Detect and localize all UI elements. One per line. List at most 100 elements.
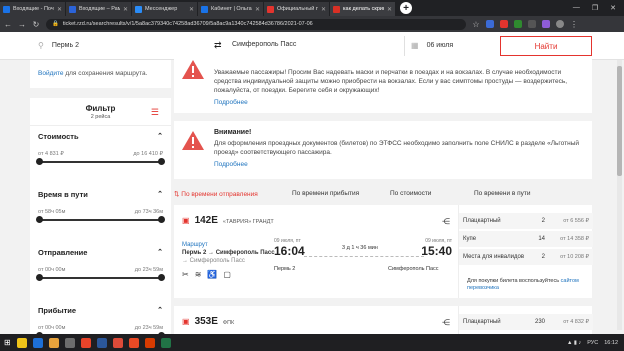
class-row[interactable]: Места для инвалидов 2 от 10 208 ₽: [459, 249, 593, 265]
class-row[interactable]: Плацкартный 2 от 6 556 ₽: [459, 213, 593, 229]
windows-start-icon[interactable]: ⊞: [4, 338, 11, 347]
menu-icon[interactable]: ⋮: [570, 20, 578, 29]
seat-count: 2: [541, 254, 545, 260]
slider-handle-min[interactable]: [36, 274, 43, 281]
close-icon[interactable]: ✕: [255, 6, 260, 13]
share-icon[interactable]: ⋲: [442, 217, 450, 226]
forward-icon[interactable]: →: [18, 20, 26, 29]
close-icon[interactable]: ✕: [57, 6, 62, 13]
folder-icon[interactable]: [48, 337, 59, 348]
sort-by-price[interactable]: По стоимости: [390, 190, 431, 197]
train-name: «ТАВРИЯ» ГРАНДТ: [222, 219, 274, 225]
from-value: Пермь 2: [51, 42, 79, 49]
scrollbar-thumb[interactable]: [617, 66, 622, 176]
notice-title: Внимание!: [214, 129, 252, 136]
class-price: от 14 358 ₽: [560, 236, 589, 242]
chevron-up-icon[interactable]: ⌃: [157, 248, 163, 257]
filter-section-departure: Отправление ⌃ от 00ч 00м до 23ч 59м: [36, 248, 165, 281]
chevron-up-icon[interactable]: ⌃: [157, 132, 163, 141]
more-link[interactable]: Подробнее: [214, 160, 584, 169]
new-tab-button[interactable]: +: [400, 2, 412, 14]
arrival-time: 15:40: [421, 244, 452, 258]
word-icon[interactable]: [96, 337, 107, 348]
class-row[interactable]: Плацкартный 230 от 4 832 ₽: [459, 314, 593, 330]
tray-icons[interactable]: ▲ ▮ ♪: [567, 340, 581, 346]
url-field[interactable]: 🔒 ticket.rzd.ru/searchresults/v/1/5a8ac37…: [46, 18, 466, 30]
sort-by-departure[interactable]: ⇅ По времени отправления: [174, 190, 258, 198]
luggage-icon: ▢: [223, 270, 231, 279]
extension-icon[interactable]: [500, 20, 508, 28]
close-icon[interactable]: ✕: [387, 6, 392, 13]
extension-icon[interactable]: [542, 20, 550, 28]
language-indicator[interactable]: РУС: [587, 340, 598, 346]
page-scrollbar[interactable]: [617, 60, 622, 330]
tab-title: Кабинет | Ольга Капан: [211, 6, 252, 12]
more-link[interactable]: Подробнее: [214, 98, 584, 107]
extension-icon[interactable]: [528, 20, 536, 28]
search-button[interactable]: Найти: [500, 36, 592, 56]
close-window-icon[interactable]: ✕: [610, 4, 616, 12]
chevron-up-icon[interactable]: ⌃: [157, 190, 163, 199]
sort-by-arrival[interactable]: По времени прибытия: [292, 190, 359, 197]
duration-slider[interactable]: [36, 216, 165, 223]
url-text: ticket.rzd.ru/searchresults/v/1/5a8ac379…: [62, 21, 313, 27]
app-icon[interactable]: [64, 337, 75, 348]
filter-settings-icon[interactable]: ☰: [151, 107, 159, 118]
slider-handle-min[interactable]: [36, 158, 43, 165]
chevron-up-icon[interactable]: ⌃: [157, 306, 163, 315]
filter-panel: Фильтр 2 рейса ☰ Стоимость ⌃ от 4 831 ₽ до…: [30, 98, 171, 351]
departure-slider[interactable]: [36, 274, 165, 281]
browser-tab-active[interactable]: как делать скрин с экр✕: [330, 2, 396, 16]
browser-tab[interactable]: Кабинет | Ольга Капан✕: [198, 2, 264, 16]
explorer-icon[interactable]: [16, 337, 27, 348]
to-field[interactable]: Симферополь Пасс: [232, 41, 296, 48]
cabinet-icon: [201, 5, 208, 13]
wifi-icon: ≋: [194, 270, 202, 279]
browser-tab[interactable]: Мессенджер ✕: [132, 2, 198, 16]
app-icon[interactable]: [80, 337, 91, 348]
browser-tab[interactable]: Входящие – Рамблер✕: [66, 2, 132, 16]
browser-tab[interactable]: Официальный портал✕: [264, 2, 330, 16]
search-icon: [333, 5, 340, 13]
login-link[interactable]: Войдите: [38, 70, 64, 77]
avatar[interactable]: [556, 20, 564, 28]
reload-icon[interactable]: ↻: [32, 20, 40, 29]
extension-icon[interactable]: [486, 20, 494, 28]
from-field[interactable]: ⚲ Пермь 2: [38, 41, 79, 50]
close-icon[interactable]: ✕: [189, 6, 194, 13]
star-icon[interactable]: ☆: [472, 20, 480, 29]
chrome-icon[interactable]: [112, 337, 123, 348]
route-link[interactable]: Маршрут: [182, 241, 275, 249]
clock[interactable]: 16:12: [604, 340, 618, 346]
maximize-icon[interactable]: ❐: [592, 4, 598, 12]
share-icon[interactable]: ⋲: [442, 318, 450, 327]
close-icon[interactable]: ✕: [321, 6, 326, 13]
swap-icon[interactable]: ⇄: [214, 40, 222, 51]
sort-by-duration[interactable]: По времени в пути: [474, 190, 531, 197]
route-info: Маршрут Пермь 2 → Симферополь Пасс → Сим…: [182, 241, 275, 265]
powerpoint-icon[interactable]: [144, 337, 155, 348]
to-value: Симферополь Пасс: [232, 41, 297, 48]
range-from: от 58ч 05м: [38, 209, 66, 215]
price-slider[interactable]: [36, 158, 165, 165]
messenger-icon: [135, 5, 142, 13]
taskbar: ⊞ ▲ ▮ ♪ РУС 16:12: [0, 334, 624, 351]
date-field[interactable]: ▦ 06 июля: [411, 41, 453, 50]
arrival-station: Симферополь Пасс: [388, 266, 439, 272]
excel-icon[interactable]: [160, 337, 171, 348]
login-text: для сохранения маршрута.: [63, 70, 148, 77]
browser-tab[interactable]: Входящие - Почта Ма✕: [0, 2, 66, 16]
class-price: от 10 208 ₽: [560, 254, 589, 260]
ie-icon[interactable]: [32, 337, 43, 348]
extension-icon[interactable]: [514, 20, 522, 28]
slider-handle-max[interactable]: [158, 158, 165, 165]
app-icon[interactable]: [128, 337, 139, 348]
slider-handle-min[interactable]: [36, 216, 43, 223]
slider-handle-max[interactable]: [158, 216, 165, 223]
back-icon[interactable]: ←: [4, 20, 12, 29]
route-sub: → Симферополь Пасс: [182, 258, 245, 264]
close-icon[interactable]: ✕: [123, 6, 128, 13]
minimize-icon[interactable]: —: [573, 4, 580, 12]
class-row[interactable]: Купе 14 от 14 358 ₽: [459, 231, 593, 247]
slider-handle-max[interactable]: [158, 274, 165, 281]
